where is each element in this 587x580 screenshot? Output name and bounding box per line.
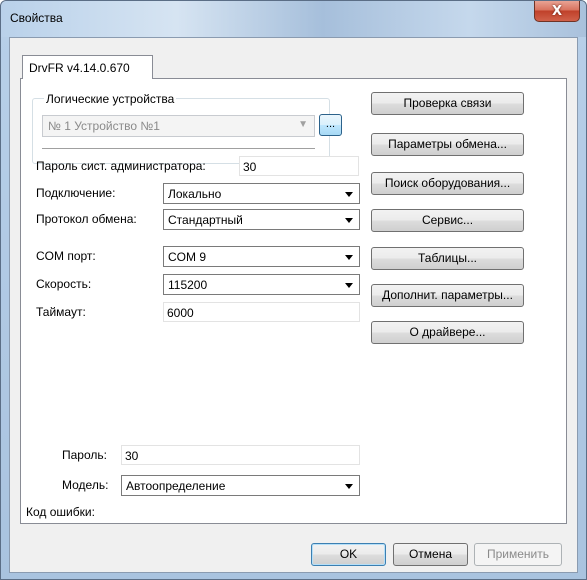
apply-button[interactable]: Применить xyxy=(474,543,562,566)
check-connection-button[interactable]: Проверка связи xyxy=(371,92,524,115)
model-value: Автоопределение xyxy=(126,479,226,493)
ok-button[interactable]: OK xyxy=(311,543,386,566)
title-bar[interactable]: Свойства X xyxy=(1,1,586,37)
timeout-label: Таймаут: xyxy=(36,305,86,319)
model-select[interactable]: Автоопределение xyxy=(121,475,360,496)
com-port-label: COM порт: xyxy=(36,249,96,263)
browse-devices-button[interactable]: ... xyxy=(319,114,342,136)
speed-value: 115200 xyxy=(168,278,208,292)
dialog-client-area: DrvFR v4.14.0.670 Логические устройства … xyxy=(9,37,578,573)
chevron-down-icon xyxy=(345,283,353,288)
close-icon: X xyxy=(551,3,563,19)
connection-select[interactable]: Локально xyxy=(163,183,360,204)
chevron-down-icon xyxy=(345,218,353,223)
chevron-down-icon: ▼ xyxy=(298,119,308,130)
search-equipment-button[interactable]: Поиск оборудования... xyxy=(371,172,524,195)
protocol-select[interactable]: Стандартный xyxy=(163,209,360,230)
logical-device-value: № 1 Устройство №1 xyxy=(48,119,160,133)
admin-password-label: Пароль сист. администратора: xyxy=(36,159,206,173)
password-input[interactable]: 30 xyxy=(121,445,360,465)
chevron-down-icon xyxy=(345,484,353,489)
logical-device-select: № 1 Устройство №1 ▼ xyxy=(42,115,315,137)
connection-label: Подключение: xyxy=(36,186,116,200)
chevron-down-icon xyxy=(345,192,353,197)
logical-devices-label: Логические устройства xyxy=(44,92,177,106)
exchange-params-button[interactable]: Параметры обмена... xyxy=(371,133,524,156)
close-button[interactable]: X xyxy=(534,1,580,22)
timeout-input[interactable]: 6000 xyxy=(163,302,360,322)
connection-value: Локально xyxy=(168,187,222,201)
password-label: Пароль: xyxy=(62,448,107,462)
window-title: Свойства xyxy=(10,11,63,25)
protocol-label: Протокол обмена: xyxy=(36,212,137,226)
speed-label: Скорость: xyxy=(36,277,92,291)
speed-select[interactable]: 115200 xyxy=(163,274,360,295)
tab-drvfr[interactable]: DrvFR v4.14.0.670 xyxy=(22,55,153,79)
cancel-button[interactable]: Отмена xyxy=(393,543,468,566)
service-button[interactable]: Сервис... xyxy=(371,209,524,232)
chevron-down-icon xyxy=(345,255,353,260)
admin-password-input[interactable]: 30 xyxy=(239,156,359,176)
com-port-select[interactable]: COM 9 xyxy=(163,246,360,267)
properties-window: Свойства X DrvFR v4.14.0.670 Логические … xyxy=(0,0,587,580)
about-driver-button[interactable]: О драйвере... xyxy=(371,321,524,344)
tables-button[interactable]: Таблицы... xyxy=(371,247,524,270)
extra-params-button[interactable]: Дополнит. параметры... xyxy=(371,284,524,307)
protocol-value: Стандартный xyxy=(168,213,243,227)
com-port-value: COM 9 xyxy=(168,250,207,264)
error-code-label: Код ошибки: xyxy=(26,505,95,519)
model-label: Модель: xyxy=(62,478,109,492)
separator xyxy=(42,148,315,149)
